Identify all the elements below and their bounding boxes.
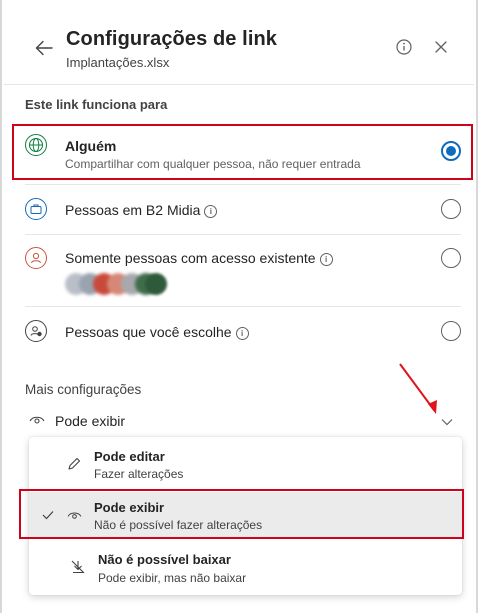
menu-item-no-download[interactable]: Não é possível baixar Pode exibir, mas n… [29,543,462,591]
person-icon [25,247,47,269]
highlight-box-anyone [12,124,473,180]
back-button[interactable] [32,36,56,60]
option-specific-people[interactable]: Pessoas que você escolhe i [25,308,461,354]
permission-dropdown-value: Pode exibir [55,413,126,429]
people-icon [25,320,47,342]
info-icon[interactable]: i [319,252,333,266]
divider [25,306,461,307]
option-specific-people-text: Pessoas que você escolhe [65,324,232,340]
info-button[interactable] [395,38,413,56]
menu-item-can-edit-label: Pode editar [94,449,165,464]
menu-item-can-edit-description: Fazer alterações [94,467,184,481]
menu-item-no-download-label: Não é possível baixar [98,552,231,567]
link-settings-panel: Configurações de link Implantações.xlsx … [4,0,474,613]
section-heading-more-settings: Mais configurações [25,382,142,397]
divider [25,184,461,185]
option-specific-people-label: Pessoas que você escolhe i [65,324,249,340]
option-organization[interactable]: Pessoas em B2 Midia i [25,186,461,232]
menu-item-no-download-description: Pode exibir, mas não baixar [98,571,247,585]
file-name: Implantações.xlsx [66,55,170,70]
option-organization-label: Pessoas em B2 Midia i [65,202,218,218]
avatar [145,273,167,295]
info-icon [396,39,412,55]
highlight-box-can-view [19,489,464,539]
window-edge-left [0,0,2,613]
briefcase-icon [25,198,47,220]
no-download-icon [71,560,85,574]
radio-existing-access[interactable] [441,248,461,268]
annotation-arrow [399,363,437,414]
option-existing-access-label: Somente pessoas com acesso existente i [65,250,333,266]
option-organization-text: Pessoas em B2 Midia [65,202,201,218]
option-existing-access-text: Somente pessoas com acesso existente [65,250,316,266]
info-icon[interactable]: i [204,204,218,218]
section-heading-link-works-for: Este link funciona para [25,97,168,112]
radio-specific-people[interactable] [441,321,461,341]
divider [25,234,461,235]
header-divider [4,84,474,85]
arrow-left-icon [35,40,53,56]
menu-item-can-edit[interactable]: Pode editar Fazer alterações [29,440,462,488]
info-icon[interactable]: i [235,326,249,340]
page-title: Configurações de link [66,28,278,50]
close-button[interactable] [432,38,450,56]
eye-icon [29,416,45,424]
radio-organization[interactable] [441,199,461,219]
pencil-icon [68,457,81,470]
close-icon [435,41,447,53]
